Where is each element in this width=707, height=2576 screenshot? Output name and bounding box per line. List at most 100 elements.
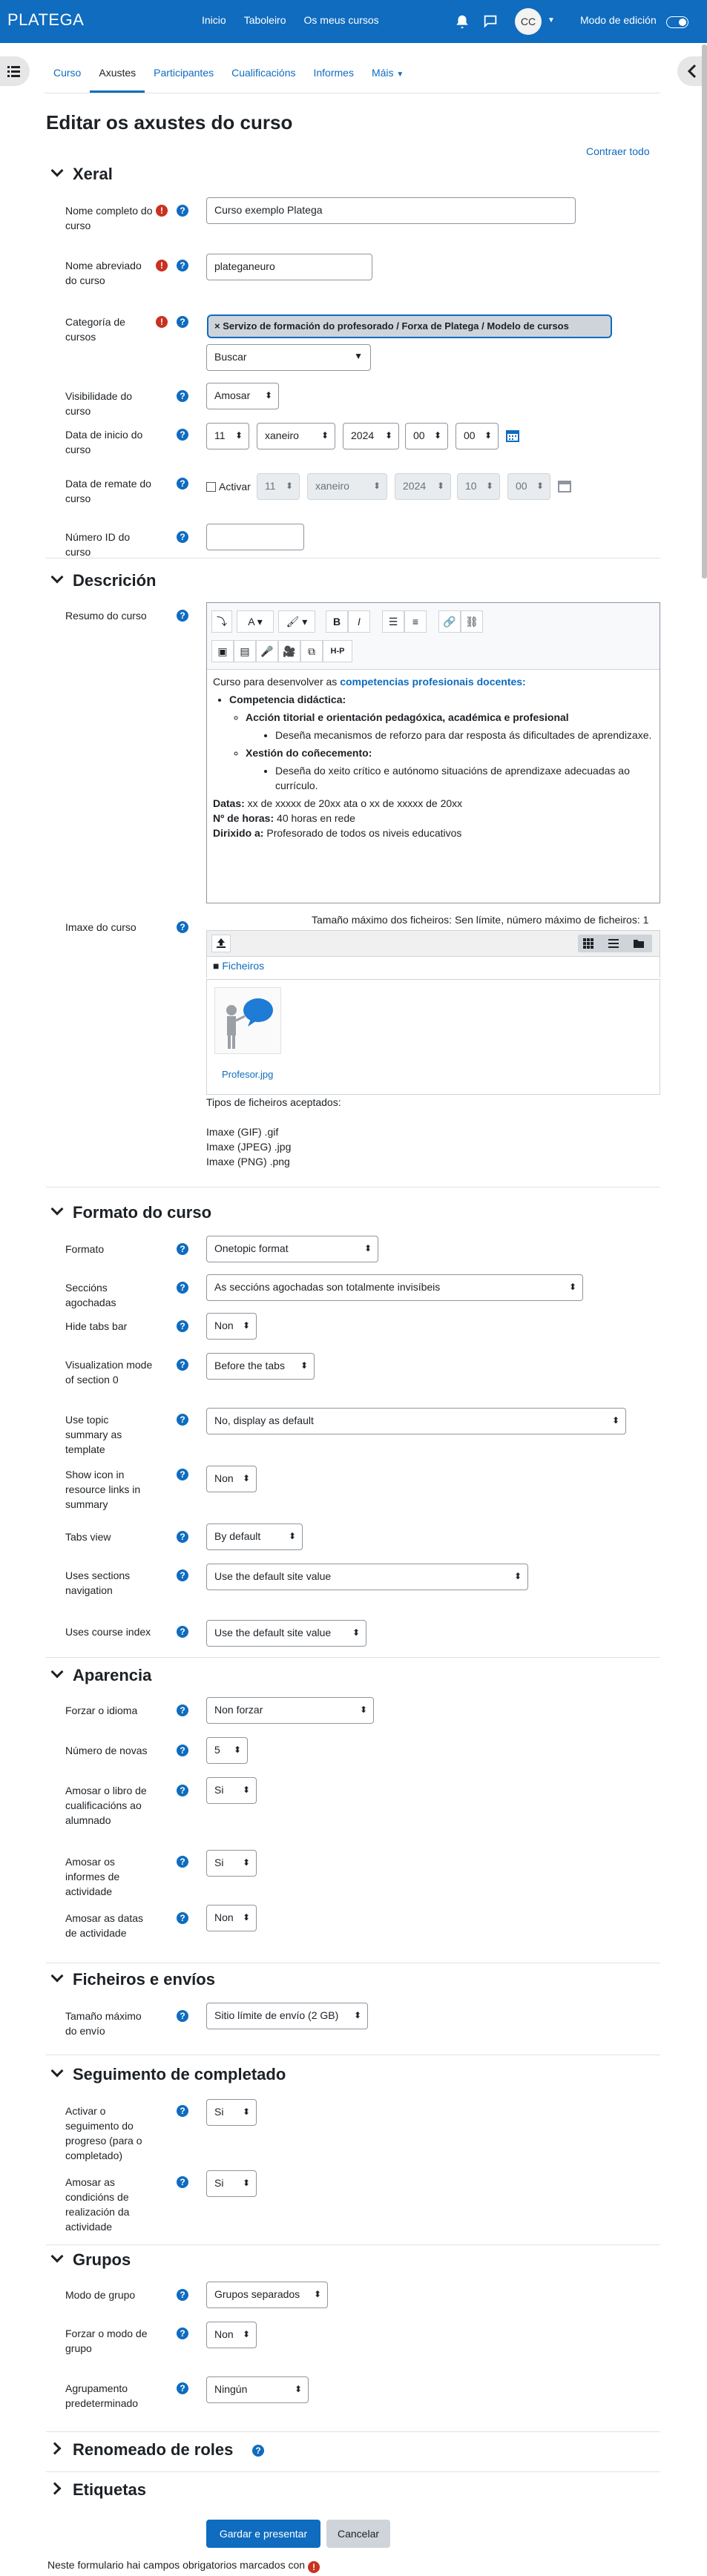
help-icon[interactable]: ?: [177, 316, 188, 328]
collapse-all-link[interactable]: Contraer todo: [586, 145, 650, 157]
checkbox-box[interactable]: [206, 482, 216, 492]
idnumber-input[interactable]: [206, 524, 304, 550]
collapse-toolbar-button[interactable]: ⤵: [211, 610, 232, 633]
file-drop-area[interactable]: Profesor.jpg: [206, 979, 660, 1095]
help-icon[interactable]: ?: [177, 531, 188, 543]
link-button[interactable]: 🔗: [438, 610, 461, 633]
edit-mode-toggle[interactable]: [666, 16, 688, 28]
help-icon[interactable]: ?: [177, 1359, 188, 1371]
startdate-year-select[interactable]: 2024: [343, 423, 399, 449]
section-general-header[interactable]: Xeral: [52, 165, 113, 184]
topic-summary-select[interactable]: No, display as default: [206, 1408, 626, 1434]
help-icon[interactable]: ?: [177, 1745, 188, 1756]
help-icon[interactable]: ?: [177, 921, 188, 933]
chat-icon[interactable]: [482, 13, 499, 30]
force-group-select[interactable]: Non: [206, 2322, 257, 2348]
news-count-select[interactable]: 5: [206, 1737, 248, 1764]
help-icon[interactable]: ?: [177, 260, 188, 271]
manage-files-button[interactable]: ⧉: [300, 640, 323, 662]
section-description-header[interactable]: Descrición: [52, 571, 157, 590]
unordered-list-button[interactable]: ☰: [382, 610, 404, 633]
help-icon[interactable]: ?: [177, 429, 188, 441]
nav-home[interactable]: Inicio: [202, 14, 226, 26]
help-icon[interactable]: ?: [177, 1912, 188, 1924]
section-roles-header[interactable]: Renomeado de roles: [52, 2440, 233, 2460]
folder-view-icon[interactable]: [633, 938, 645, 949]
help-icon[interactable]: ?: [177, 1785, 188, 1796]
summary-editor[interactable]: ⤵ A ▾ 🖌 ▾ B I ☰ ≡ 🔗 ⛓ ▣ ▤ 🎤 🎥 ⧉ H-P Curs…: [206, 602, 660, 903]
help-icon[interactable]: ?: [177, 2105, 188, 2117]
max-upload-select[interactable]: Sitio límite de envío (2 GB): [206, 2003, 368, 2029]
grouping-select[interactable]: Ningún: [206, 2376, 309, 2403]
bell-icon[interactable]: [454, 13, 470, 30]
files-breadcrumb[interactable]: ■ Ficheiros: [206, 957, 660, 978]
section-tags-header[interactable]: Etiquetas: [52, 2480, 146, 2500]
section-completion-header[interactable]: Seguimento de completado: [52, 2065, 286, 2084]
brand-logo[interactable]: PLATEGA: [7, 10, 84, 30]
help-icon[interactable]: ?: [177, 2010, 188, 2022]
tab-reports[interactable]: Informes: [304, 56, 362, 93]
visibility-select[interactable]: Amosar: [206, 383, 279, 409]
list-view-icon[interactable]: [608, 938, 619, 949]
sections-nav-select[interactable]: Use the default site value: [206, 1564, 528, 1590]
help-icon[interactable]: ?: [177, 2176, 188, 2188]
help-icon[interactable]: ?: [177, 1704, 188, 1716]
show-grades-select[interactable]: Si: [206, 1777, 257, 1804]
category-selected-tag[interactable]: × Servizo de formación do profesorado / …: [207, 314, 612, 338]
tabs-view-select[interactable]: By default: [206, 1523, 303, 1550]
nav-my-courses[interactable]: Os meus cursos: [304, 14, 379, 26]
font-color-button[interactable]: 🖌 ▾: [278, 610, 315, 633]
paragraph-style-button[interactable]: A ▾: [237, 610, 274, 633]
help-icon[interactable]: ?: [177, 390, 188, 402]
help-icon[interactable]: ?: [177, 610, 188, 622]
user-avatar[interactable]: CC: [515, 8, 542, 35]
vismode-select[interactable]: Before the tabs: [206, 1353, 315, 1380]
help-icon[interactable]: ?: [177, 205, 188, 217]
category-search-input[interactable]: Buscar ▼: [206, 344, 371, 371]
help-icon[interactable]: ?: [177, 1856, 188, 1868]
help-icon[interactable]: ?: [177, 2289, 188, 2301]
calendar-icon[interactable]: [506, 429, 519, 442]
chevron-down-icon[interactable]: ▼: [547, 16, 555, 24]
completion-conditions-select[interactable]: Si: [206, 2170, 257, 2197]
record-audio-button[interactable]: 🎤: [256, 640, 278, 662]
completion-enable-select[interactable]: Si: [206, 2099, 257, 2126]
course-index-select[interactable]: Use the default site value: [206, 1620, 366, 1647]
save-button[interactable]: Gardar e presentar: [206, 2520, 320, 2548]
format-select[interactable]: Onetopic format: [206, 1236, 378, 1262]
help-icon[interactable]: ?: [252, 2445, 264, 2457]
show-dates-select[interactable]: Non: [206, 1905, 257, 1931]
bold-button[interactable]: B: [326, 610, 348, 633]
fullname-input[interactable]: Curso exemplo Platega: [206, 197, 576, 224]
file-name-link[interactable]: Profesor.jpg: [222, 1069, 273, 1080]
shortname-input[interactable]: plateganeuro: [206, 254, 372, 280]
hide-tabs-select[interactable]: Non: [206, 1313, 257, 1340]
competencias-link[interactable]: competencias profesionais docentes:: [340, 676, 526, 688]
tab-settings[interactable]: Axustes: [90, 56, 145, 93]
folder-name[interactable]: Ficheiros: [222, 960, 264, 972]
tab-course[interactable]: Curso: [45, 56, 90, 93]
help-icon[interactable]: ?: [177, 478, 188, 490]
show-reports-select[interactable]: Si: [206, 1850, 257, 1877]
help-icon[interactable]: ?: [177, 2328, 188, 2339]
hidden-sections-select[interactable]: As seccións agochadas son totalmente inv…: [206, 1274, 583, 1301]
enddate-enable-checkbox[interactable]: Activar: [206, 481, 251, 493]
tab-participants[interactable]: Participantes: [145, 56, 223, 93]
nav-dashboard[interactable]: Taboleiro: [244, 14, 286, 26]
help-icon[interactable]: ?: [177, 2382, 188, 2394]
unlink-button[interactable]: ⛓: [461, 610, 483, 633]
startdate-hour-select[interactable]: 00: [405, 423, 448, 449]
add-file-icon[interactable]: [211, 935, 231, 952]
startdate-day-select[interactable]: 11: [206, 423, 249, 449]
help-icon[interactable]: ?: [177, 1282, 188, 1294]
page-scrollbar[interactable]: [702, 45, 707, 579]
ordered-list-button[interactable]: ≡: [404, 610, 427, 633]
h5p-button[interactable]: H-P: [323, 640, 352, 662]
group-mode-select[interactable]: Grupos separados: [206, 2282, 328, 2308]
help-icon[interactable]: ?: [177, 1626, 188, 1638]
tab-more[interactable]: Máis ▼: [363, 56, 412, 93]
italic-button[interactable]: I: [348, 610, 370, 633]
help-icon[interactable]: ?: [177, 1243, 188, 1255]
help-icon[interactable]: ?: [177, 1320, 188, 1332]
media-button[interactable]: ▤: [234, 640, 256, 662]
